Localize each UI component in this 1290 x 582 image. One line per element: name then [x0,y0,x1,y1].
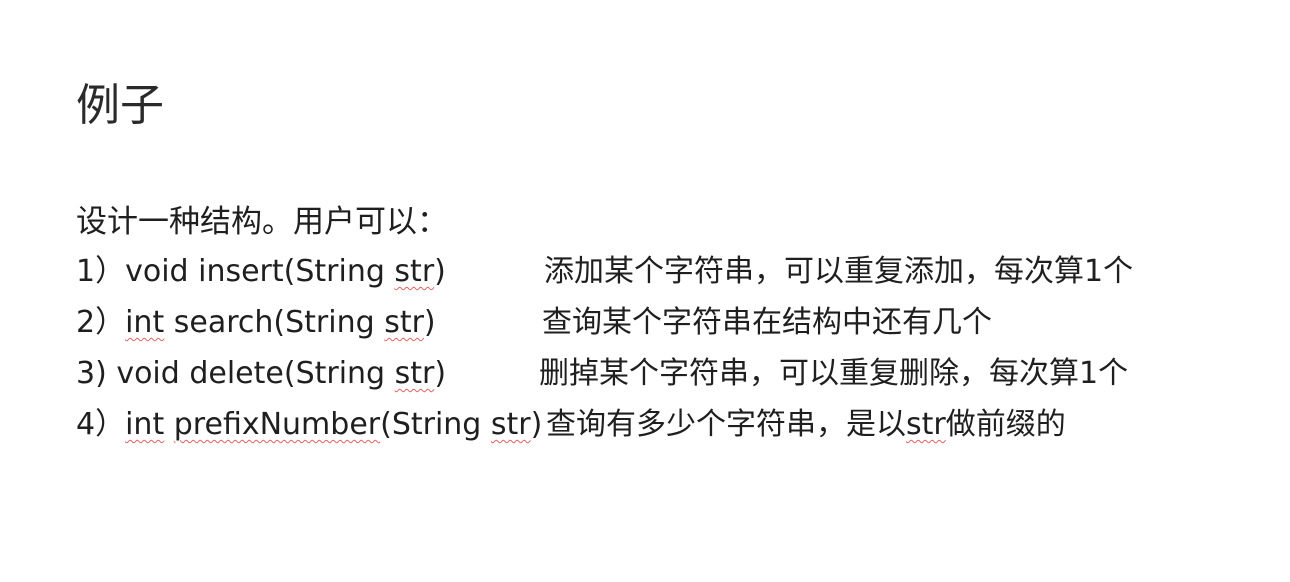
method-signature: 1）void insert(String str) [76,250,446,294]
method-signature: 4）int prefixNumber(String str) [76,403,542,447]
signature-text: str [394,356,435,391]
signature-text: prefixNumber [173,407,381,442]
signature-text: str [394,254,435,289]
signature-text: search(String [164,305,385,340]
signature-text: int [125,407,165,442]
signature-text: int [125,305,165,340]
signature-text: ) [530,407,543,442]
signature-text: void delete(String [116,356,395,391]
item-number: 3) [76,356,117,391]
intro-text: 设计一种结构。用户可以： [76,204,448,240]
description-text: str [906,407,946,442]
signature-text: ) [434,254,446,289]
slide: 例子 设计一种结构。用户可以： 1）void insert(String str… [0,0,1290,582]
signature-text: (String [380,407,491,442]
item-number: 2） [76,305,126,340]
signature-text [164,407,174,442]
signature-text: str [490,407,531,442]
method-signature: 2）int search(String str) [76,301,436,345]
method-description: 删掉某个字符串，可以重复删除，每次算1个 [539,356,1129,391]
method-description: 查询有多少个字符串，是以str做前缀的 [546,403,1066,447]
method-description: 查询某个字符串在结构中还有几个 [542,305,992,340]
signature-text: ) [423,305,436,340]
item-number: 1） [76,254,126,289]
item-number: 4） [76,407,126,442]
method-signature: 3) void delete(String str) [76,352,446,396]
signature-text: str [384,305,424,340]
slide-title: 例子 [76,80,164,131]
description-text: 做前缀的 [945,407,1066,442]
description-text: 查询有多少个字符串，是以 [546,407,906,442]
method-description: 添加某个字符串，可以重复添加，每次算1个 [544,254,1134,289]
signature-text: void insert(String [125,254,395,289]
signature-text: ) [434,356,447,391]
